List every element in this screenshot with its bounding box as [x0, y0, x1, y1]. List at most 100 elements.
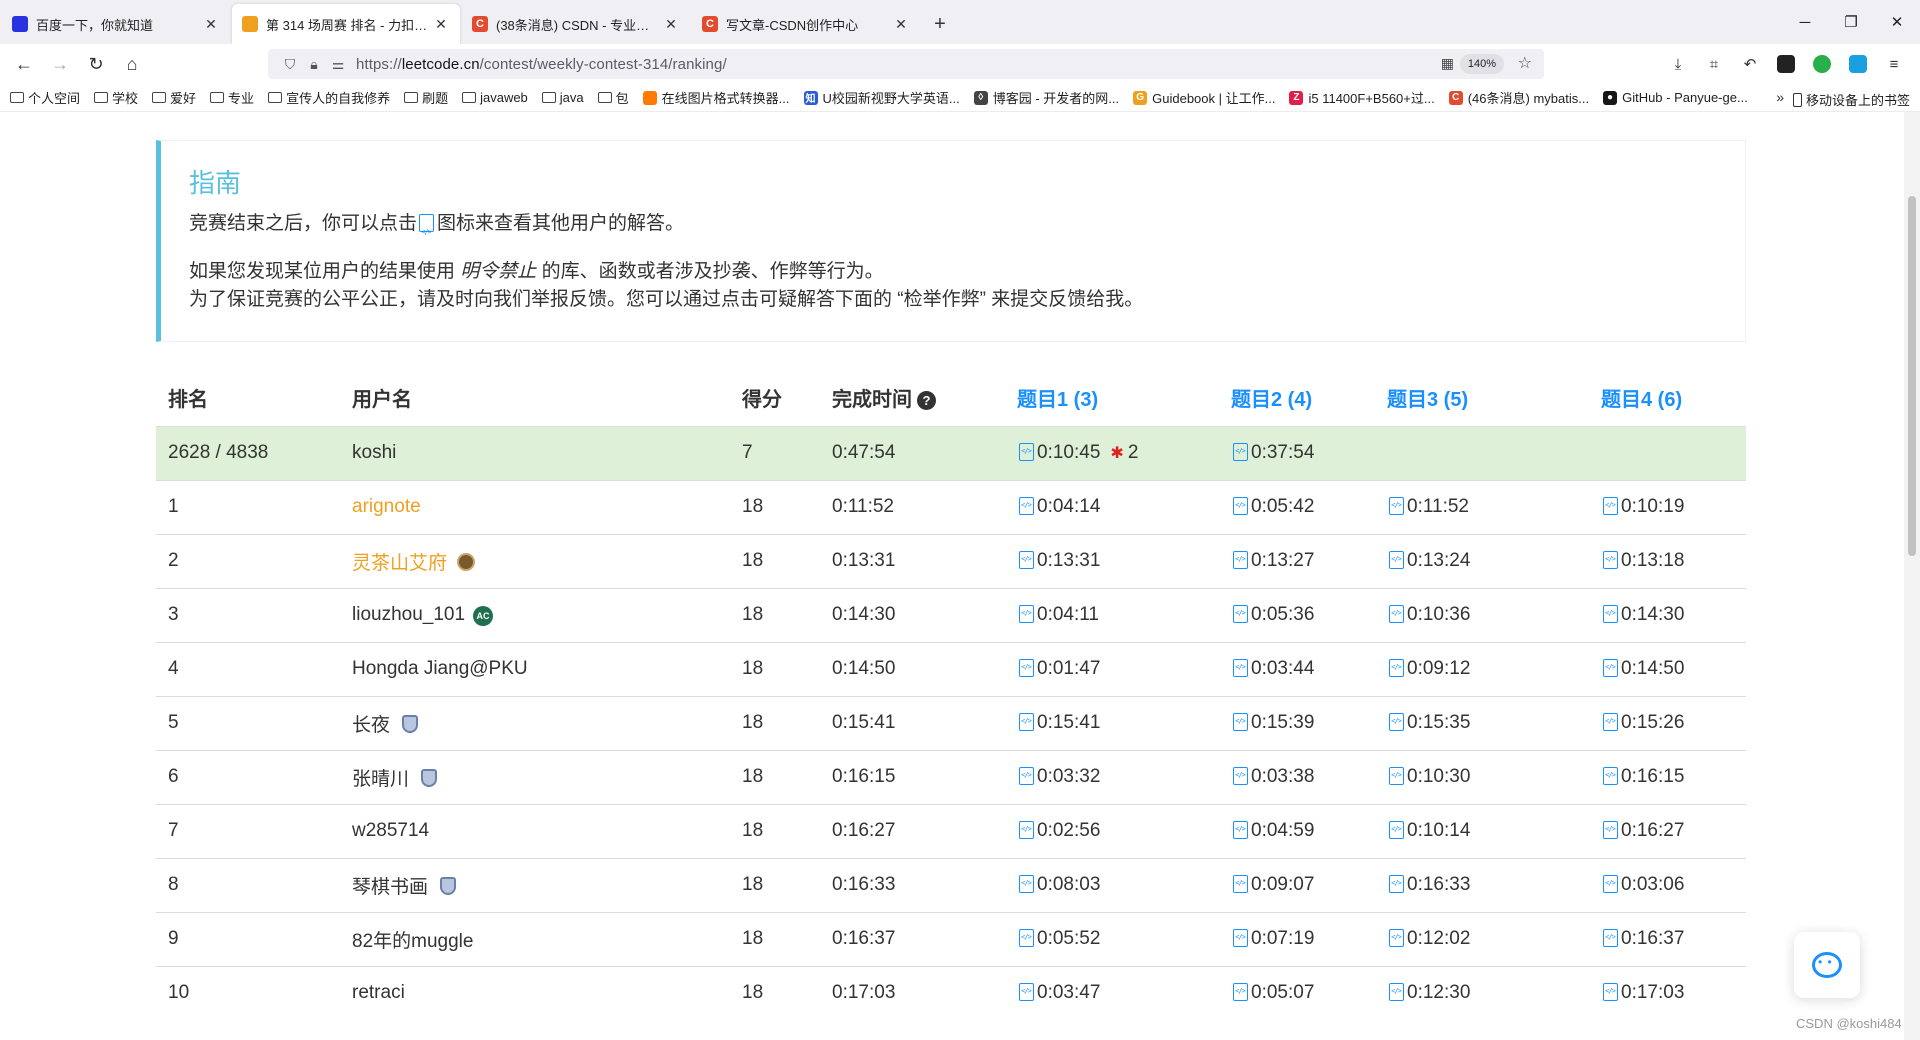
header-q1[interactable]: 题目1 (3): [1005, 370, 1219, 426]
username-link[interactable]: retraci: [352, 982, 405, 1003]
code-icon[interactable]: [1233, 713, 1248, 731]
cell-q2[interactable]: 0:05:42: [1219, 479, 1375, 534]
cell-q3[interactable]: 0:10:30: [1375, 749, 1589, 804]
cell-q2[interactable]: 0:13:27: [1219, 533, 1375, 588]
username-link[interactable]: 长夜: [352, 715, 390, 736]
permissions-icon[interactable]: ⚌: [326, 56, 350, 73]
code-icon[interactable]: [1233, 443, 1248, 461]
my-q2[interactable]: 0:37:54: [1219, 425, 1375, 480]
back-button[interactable]: ←: [6, 48, 42, 80]
code-icon[interactable]: [1019, 497, 1034, 515]
username-link[interactable]: 82年的muggle: [352, 931, 473, 952]
username-link[interactable]: w285714: [352, 820, 429, 841]
cell-q3[interactable]: 0:11:52: [1375, 479, 1589, 534]
code-icon[interactable]: [1019, 443, 1034, 461]
code-icon[interactable]: [1389, 929, 1404, 947]
close-tab-icon[interactable]: ✕: [202, 16, 220, 33]
close-tab-icon[interactable]: ✕: [432, 16, 450, 33]
close-tab-icon[interactable]: ✕: [892, 16, 910, 33]
cell-q4[interactable]: 0:14:50: [1589, 641, 1746, 696]
bookmark-link[interactable]: ● GitHub - Panyue-ge...: [1603, 90, 1748, 105]
cell-q3[interactable]: 0:09:12: [1375, 641, 1589, 696]
cell-q2[interactable]: 0:05:36: [1219, 587, 1375, 642]
cell-q1[interactable]: 0:02:56: [1005, 803, 1219, 858]
browser-tab[interactable]: 第 314 场周赛 排名 - 力扣（Le ✕: [232, 4, 460, 44]
bookmark-folder[interactable]: 宣传人的自我修养: [268, 88, 390, 107]
code-icon[interactable]: [1019, 767, 1034, 785]
bookmark-folder[interactable]: 包: [597, 88, 629, 107]
code-icon[interactable]: [1389, 767, 1404, 785]
bookmark-link[interactable]: C (46条消息) mybatis...: [1448, 88, 1589, 107]
chat-button[interactable]: [1794, 932, 1860, 998]
minimize-button[interactable]: ─: [1782, 0, 1828, 44]
help-icon[interactable]: ?: [917, 391, 936, 411]
reload-button[interactable]: ↻: [78, 48, 114, 80]
code-icon[interactable]: [1603, 605, 1618, 623]
code-icon[interactable]: [1389, 821, 1404, 839]
my-username[interactable]: koshi: [340, 425, 730, 480]
code-icon[interactable]: [1389, 551, 1404, 569]
close-window-button[interactable]: ✕: [1874, 0, 1920, 44]
cell-q3[interactable]: 0:12:30: [1375, 965, 1589, 1020]
username-link[interactable]: Hongda Jiang@PKU: [352, 658, 528, 679]
cell-q1[interactable]: 0:04:11: [1005, 587, 1219, 642]
cell-q4[interactable]: 0:16:27: [1589, 803, 1746, 858]
downloads-icon[interactable]: ⤓: [1660, 48, 1696, 80]
extension-icon[interactable]: [1768, 48, 1804, 80]
cell-q2[interactable]: 0:07:19: [1219, 911, 1375, 966]
code-icon[interactable]: [1389, 713, 1404, 731]
code-icon[interactable]: [1233, 767, 1248, 785]
code-icon[interactable]: [1389, 497, 1404, 515]
cell-q2[interactable]: 0:03:38: [1219, 749, 1375, 804]
menu-icon[interactable]: ≡: [1876, 48, 1912, 80]
code-icon[interactable]: [1019, 821, 1034, 839]
code-icon[interactable]: [1019, 605, 1034, 623]
page-scrollbar[interactable]: [1904, 112, 1920, 1040]
cell-q4[interactable]: 0:16:37: [1589, 911, 1746, 966]
code-icon[interactable]: [1019, 713, 1034, 731]
extension-green-icon[interactable]: [1804, 48, 1840, 80]
code-icon[interactable]: [1603, 767, 1618, 785]
cell-q3[interactable]: 0:13:24: [1375, 533, 1589, 588]
zoom-level[interactable]: 140%: [1459, 54, 1504, 74]
shield-icon[interactable]: ⛉: [278, 56, 302, 73]
code-icon[interactable]: [1389, 659, 1404, 677]
cell-q2[interactable]: 0:04:59: [1219, 803, 1375, 858]
code-icon[interactable]: [1603, 497, 1618, 515]
bookmark-folder[interactable]: 个人空间: [10, 88, 80, 107]
cell-q3[interactable]: 0:10:36: [1375, 587, 1589, 642]
code-icon[interactable]: [1233, 821, 1248, 839]
scrollbar-thumb[interactable]: [1908, 196, 1916, 556]
cell-q3[interactable]: 0:15:35: [1375, 695, 1589, 750]
code-icon[interactable]: [1389, 983, 1404, 1002]
undo-icon[interactable]: ↶: [1732, 48, 1768, 80]
username-link[interactable]: 灵茶山艾府: [352, 553, 447, 574]
cell-q1[interactable]: 0:03:47: [1005, 965, 1219, 1020]
url-text[interactable]: https://leetcode.cn/contest/weekly-conte…: [356, 56, 727, 73]
code-icon[interactable]: [1233, 929, 1248, 947]
cell-q1[interactable]: 0:04:14: [1005, 479, 1219, 534]
bookmark-folder[interactable]: 刷题: [404, 88, 448, 107]
extension-blue-icon[interactable]: [1840, 48, 1876, 80]
cell-q1[interactable]: 0:08:03: [1005, 857, 1219, 912]
header-q4[interactable]: 题目4 (6): [1589, 370, 1746, 426]
forward-button[interactable]: →: [42, 48, 78, 80]
cell-q3[interactable]: 0:16:33: [1375, 857, 1589, 912]
code-icon[interactable]: [1019, 929, 1034, 947]
code-icon[interactable]: [1233, 983, 1248, 1002]
bookmark-folder[interactable]: 专业: [210, 88, 254, 107]
bookmark-link[interactable]: ◊ 博客园 - 开发者的网...: [973, 88, 1119, 107]
home-button[interactable]: ⌂: [114, 48, 150, 80]
username-link[interactable]: arignote: [352, 496, 421, 517]
code-icon[interactable]: [1603, 875, 1618, 893]
cell-q4[interactable]: 0:15:26: [1589, 695, 1746, 750]
mobile-bookmarks[interactable]: 移动设备上的书签: [1792, 90, 1910, 109]
code-icon[interactable]: [1389, 875, 1404, 893]
cell-q2[interactable]: 0:09:07: [1219, 857, 1375, 912]
code-icon[interactable]: [1603, 929, 1618, 947]
username-link[interactable]: liouzhou_101: [352, 604, 465, 625]
cell-q2[interactable]: 0:03:44: [1219, 641, 1375, 696]
bookmark-link[interactable]: 知 U校园新视野大学英语...: [803, 88, 960, 107]
cell-q1[interactable]: 0:15:41: [1005, 695, 1219, 750]
bookmark-star-icon[interactable]: ☆: [1518, 53, 1532, 73]
